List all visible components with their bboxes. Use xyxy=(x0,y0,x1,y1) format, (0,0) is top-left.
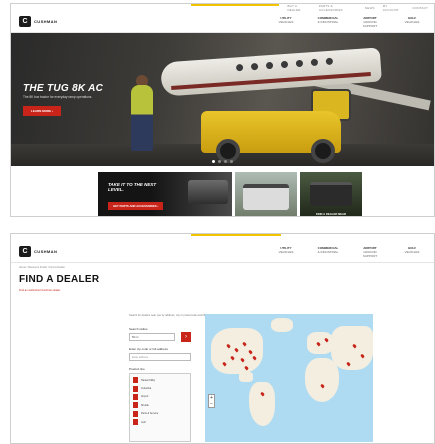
carousel-dot[interactable] xyxy=(218,160,221,163)
utility-bar xyxy=(11,234,434,241)
brand-logo[interactable]: C CUSHMAN xyxy=(19,246,57,257)
carousel-dot[interactable] xyxy=(224,160,227,163)
nav-menu: UTILITY VEHICLES COMMERCIAL & INDUSTRIAL A… xyxy=(272,246,426,258)
product-line-label: Product line xyxy=(129,367,145,371)
nav-item-golf[interactable]: GOLF VEHICLES xyxy=(398,16,426,28)
carousel-dots xyxy=(11,160,434,163)
search-go-button[interactable]: › xyxy=(181,332,191,342)
dealer-page-screenshot: C CUSHMAN UTILITY VEHICLES COMMERCIAL & IN… xyxy=(10,233,435,444)
dealer-map[interactable]: + − xyxy=(205,314,373,442)
nav-item-golf[interactable]: GOLF VEHICLES xyxy=(398,246,426,258)
parts-accessories-tile[interactable]: TAKE IT TO THE NEXT LEVEL. GET PARTS AND… xyxy=(98,172,232,216)
checkbox[interactable] xyxy=(133,419,138,426)
utility-bar: BUY A DEALER PARTS & ACCESSORIES NEWS MY… xyxy=(11,4,434,12)
address-label: Enter zip code or full address xyxy=(129,347,168,351)
zoom-out-button[interactable]: − xyxy=(209,401,214,407)
nav-menu: UTILITY VEHICLES COMMERCIAL & INDUSTRIAL A… xyxy=(272,16,426,28)
accent-stripe xyxy=(191,4,280,6)
main-navbar: C CUSHMAN UTILITY VEHICLES COMMERCIAL & IN… xyxy=(11,241,434,263)
map-zoom-control[interactable]: + − xyxy=(208,394,215,408)
carousel-dot[interactable] xyxy=(212,160,215,163)
offroad-vehicle-image xyxy=(310,182,352,206)
map-land-greenland xyxy=(271,318,293,332)
vehicle-tile[interactable] xyxy=(235,172,297,216)
map-land-asia xyxy=(331,326,373,370)
map-land-africa xyxy=(305,358,339,402)
nav-item-utility[interactable]: UTILITY VEHICLES xyxy=(272,16,300,28)
address-input[interactable]: Enter address xyxy=(129,353,191,361)
utility-vehicle-image xyxy=(243,184,289,210)
logo-mark: C xyxy=(19,16,31,27)
product-line-filter: Hauler/Utility Industrial Airport Shuttl… xyxy=(129,373,191,442)
logo-name: CUSHMAN xyxy=(34,19,58,24)
brand-logo[interactable]: C CUSHMAN xyxy=(19,16,57,27)
hero-title: THE TUG 8K AC xyxy=(23,83,104,94)
nav-item-airport[interactable]: AIRPORT GROUND SUPPORT xyxy=(356,16,384,28)
map-land-central-america xyxy=(239,372,253,382)
checkbox[interactable] xyxy=(133,377,138,384)
hero-subtitle: The 8K tow tractor for everyday ramp ope… xyxy=(23,95,93,99)
product-line-option[interactable]: Golf xyxy=(130,418,190,426)
utility-link[interactable]: NEWS xyxy=(365,6,375,10)
breadcrumb[interactable]: Home / Resource Finder / Find a Dealer xyxy=(11,263,434,272)
checkbox[interactable] xyxy=(133,385,138,392)
home-page-screenshot: BUY A DEALER PARTS & ACCESSORIES NEWS MY… xyxy=(10,3,435,217)
carousel-dot[interactable] xyxy=(230,160,233,163)
nav-item-airport[interactable]: AIRPORT GROUND SUPPORT xyxy=(356,246,384,258)
hero-banner[interactable]: THE TUG 8K AC The 8K tow tractor for eve… xyxy=(11,33,434,166)
feature-tiles: TAKE IT TO THE NEXT LEVEL. GET PARTS AND… xyxy=(11,166,434,216)
checkbox[interactable] xyxy=(133,393,138,400)
dealer-sub-link[interactable]: Find an authorized Cushman dealer xyxy=(11,287,434,294)
tile-image xyxy=(188,180,228,204)
dealer-tile[interactable]: FIND A DEALER NEAR xyxy=(300,172,362,216)
checkbox[interactable] xyxy=(133,410,138,417)
map-land-south-america xyxy=(249,382,275,426)
utility-link[interactable]: CONTACT xyxy=(412,6,428,10)
page-title: FIND A DEALER xyxy=(19,274,100,285)
nav-item-commercial[interactable]: COMMERCIAL & INDUSTRIAL xyxy=(314,246,342,258)
nav-item-commercial[interactable]: COMMERCIAL & INDUSTRIAL xyxy=(314,16,342,28)
main-navbar: C CUSHMAN UTILITY VEHICLES COMMERCIAL & IN… xyxy=(11,11,434,33)
accent-stripe xyxy=(191,234,281,236)
search-radius-select[interactable]: 50 mi xyxy=(129,333,175,341)
parts-accessories-button[interactable]: GET PARTS AND ACCESSORIES › xyxy=(108,202,164,210)
hero-image-worker xyxy=(131,85,153,151)
product-line-option[interactable]: Hauler/Utility xyxy=(130,376,190,384)
logo-name: CUSHMAN xyxy=(34,249,58,254)
dealer-finder: Search for dealers near you by address, … xyxy=(129,314,373,442)
product-line-option[interactable]: Shuttle xyxy=(130,401,190,409)
product-line-option[interactable]: Parts & Service xyxy=(130,410,190,418)
nav-item-utility[interactable]: UTILITY VEHICLES xyxy=(272,246,300,258)
product-line-option[interactable]: Airport xyxy=(130,393,190,401)
tile-caption: FIND A DEALER NEAR xyxy=(315,212,347,216)
checkbox[interactable] xyxy=(133,402,138,409)
search-radius-label: Search radius xyxy=(129,327,148,331)
tile-title: TAKE IT TO THE NEXT LEVEL. xyxy=(108,182,157,192)
learn-more-button[interactable]: LEARN MORE › xyxy=(23,106,61,116)
product-line-option[interactable]: Industrial xyxy=(130,384,190,392)
logo-mark: C xyxy=(19,246,31,257)
